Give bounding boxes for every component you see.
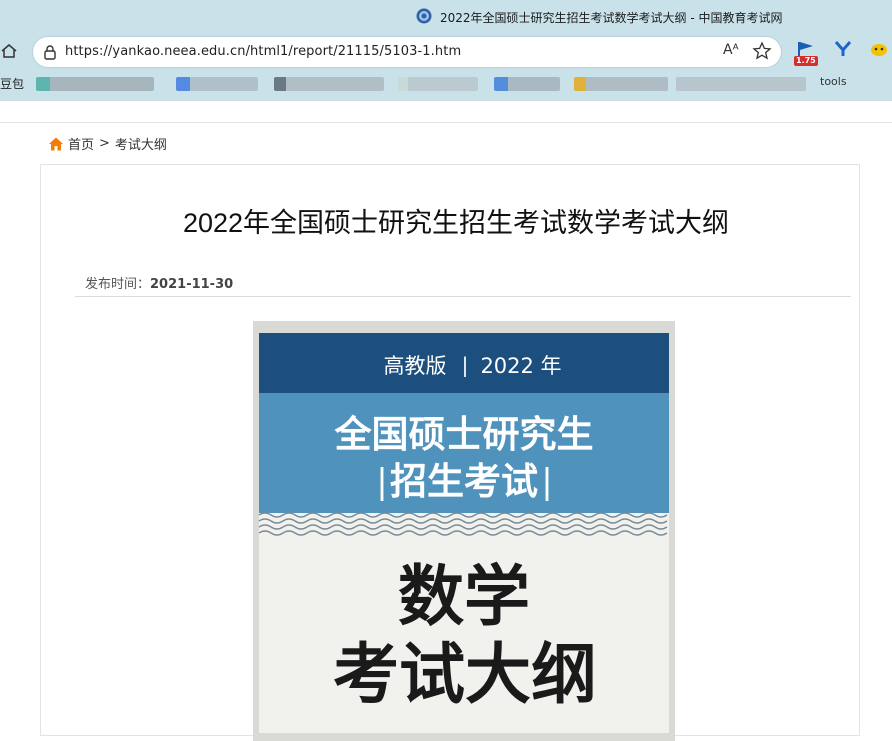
extension-y-icon[interactable] (834, 40, 852, 58)
book-cover-graphic: 高教版 | 2022 年 全国硕士研究生 | 招生考试 | 数学 考试大纲 (253, 321, 675, 741)
article-panel: 2022年全国硕士研究生招生考试数学考试大纲 发布时间：2021-11-30 高… (40, 164, 860, 741)
publish-label: 发布时间： (85, 277, 151, 292)
publish-date: 2021-11-30 (150, 277, 234, 292)
url-text[interactable]: https://yankao.neea.edu.cn/html1/report/… (65, 44, 461, 59)
bookmark-item[interactable] (494, 77, 560, 91)
favorite-star-icon[interactable] (752, 41, 772, 61)
breadcrumb-home-link[interactable]: 首页 (68, 134, 94, 153)
publish-info: 发布时间：2021-11-30 (85, 273, 233, 292)
cover-subject: 数学 (398, 558, 530, 635)
meta-divider (75, 296, 851, 297)
read-aloud-icon[interactable]: Aᴬ (723, 42, 739, 58)
cover-year: 2022 年 (480, 354, 561, 378)
cover-doc-type: 考试大纲 (333, 636, 597, 713)
home-icon[interactable] (0, 42, 18, 60)
bookmark-item[interactable]: 豆包 (0, 75, 24, 92)
extension-badge: 1.75 (794, 56, 818, 66)
bookmarks-bar: 豆包 tools (0, 72, 892, 98)
bookmark-item[interactable] (398, 77, 478, 91)
breadcrumb: 首页 > 考试大纲 (48, 134, 167, 153)
address-bar[interactable]: https://yankao.neea.edu.cn/html1/report/… (33, 37, 781, 67)
bookmark-item[interactable] (676, 77, 806, 91)
cover-bar-left: | (376, 462, 387, 502)
breadcrumb-separator: > (99, 136, 110, 151)
browser-chrome: 2022年全国硕士研究生招生考试数学考试大纲 - 中国教育考试网 https:/… (0, 0, 892, 100)
header-divider (0, 122, 892, 123)
cover-divider: | (462, 353, 469, 377)
book-cover-image: 高教版 | 2022 年 全国硕士研究生 | 招生考试 | 数学 考试大纲 (253, 321, 675, 741)
cover-line2: 招生考试 (390, 460, 538, 503)
home-icon (49, 137, 63, 150)
tab-title[interactable]: 2022年全国硕士研究生招生考试数学考试大纲 - 中国教育考试网 (440, 9, 783, 26)
article-title: 2022年全国硕士研究生招生考试数学考试大纲 (182, 208, 730, 238)
cover-bar-right: | (541, 462, 552, 502)
cover-edition: 高教版 (384, 354, 447, 378)
chrome-divider (0, 100, 892, 101)
title-bar: 2022年全国硕士研究生招生考试数学考试大纲 - 中国教育考试网 (0, 0, 892, 34)
bookmark-item[interactable] (176, 77, 258, 91)
cover-line1: 全国硕士研究生 (334, 413, 594, 456)
extension-pet-icon[interactable] (868, 40, 890, 58)
bookmark-item[interactable] (574, 77, 668, 91)
breadcrumb-current-link[interactable]: 考试大纲 (115, 134, 167, 153)
site-favicon-icon (416, 8, 432, 24)
bookmark-item[interactable] (274, 77, 384, 91)
lock-icon[interactable] (43, 44, 57, 60)
bookmark-item[interactable] (36, 77, 154, 91)
bookmark-item[interactable]: tools (820, 75, 847, 88)
